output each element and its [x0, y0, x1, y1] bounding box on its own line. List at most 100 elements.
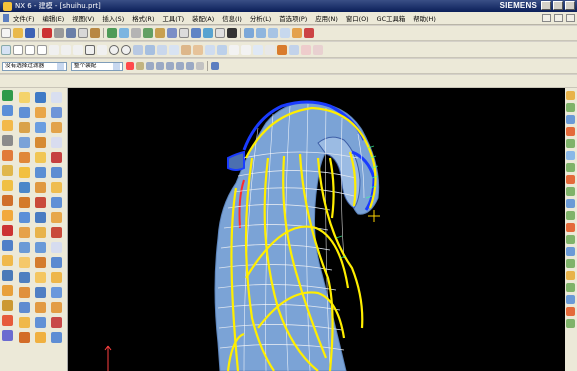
intersection-point-icon[interactable]	[186, 62, 194, 70]
layer-icon[interactable]	[179, 28, 189, 38]
doc-minimize-button[interactable]	[542, 14, 551, 22]
intersect-body-icon[interactable]	[19, 317, 30, 328]
graphics-window[interactable]	[68, 88, 565, 371]
analysis-icon[interactable]	[304, 28, 314, 38]
zoom-icon[interactable]	[119, 28, 129, 38]
system-materials-icon[interactable]	[2, 195, 13, 206]
center-point-icon[interactable]	[166, 62, 174, 70]
thicken-icon[interactable]	[35, 167, 46, 178]
view-right-icon[interactable]	[280, 28, 290, 38]
warning-icon[interactable]	[2, 315, 13, 326]
groove-icon[interactable]	[19, 272, 30, 283]
swept-surface-icon[interactable]	[51, 212, 62, 223]
roles-icon[interactable]	[2, 240, 13, 251]
patch-icon[interactable]	[35, 332, 46, 343]
maximize-button[interactable]	[553, 1, 563, 10]
revolve-icon[interactable]	[19, 107, 30, 118]
x-form-icon[interactable]	[51, 317, 62, 328]
cone-icon[interactable]	[19, 167, 30, 178]
ellipse-icon[interactable]	[109, 44, 119, 55]
menu-insert[interactable]: 插入(S)	[98, 14, 128, 23]
scope-select[interactable]: 整个装配	[71, 61, 123, 71]
offset-face-icon[interactable]	[35, 152, 46, 163]
redo-icon[interactable]	[54, 28, 64, 38]
section-analysis-icon[interactable]	[566, 103, 575, 112]
menu-gc-toolkit[interactable]: GC工具箱	[373, 14, 410, 23]
end-point-icon[interactable]	[146, 62, 154, 70]
menu-application[interactable]: 应用(N)	[311, 14, 342, 23]
curvature-icon[interactable]	[566, 127, 575, 136]
analysis-curve-icon[interactable]	[566, 91, 575, 100]
feature-icon[interactable]	[2, 300, 13, 311]
menu-assembly[interactable]: 装配(A)	[188, 14, 218, 23]
pad-icon[interactable]	[19, 242, 30, 253]
sweep-icon[interactable]	[19, 122, 30, 133]
bounded-plane-icon[interactable]	[51, 137, 62, 148]
bridge-icon[interactable]	[217, 44, 227, 55]
reuse-library-icon[interactable]	[2, 135, 13, 146]
kettle-neck-edge[interactable]	[227, 150, 245, 171]
shaded-icon[interactable]	[203, 28, 213, 38]
part-navigator-icon[interactable]	[2, 120, 13, 131]
datum-csys-icon[interactable]	[51, 122, 62, 133]
law-extension-icon[interactable]	[51, 182, 62, 193]
datum-plane-icon[interactable]	[51, 92, 62, 103]
scale-icon[interactable]	[35, 182, 46, 193]
line-icon[interactable]	[13, 44, 23, 55]
extract-geometry-icon[interactable]	[51, 152, 62, 163]
surface-icon[interactable]	[2, 330, 13, 341]
menu-file[interactable]: 文件(F)	[9, 14, 38, 23]
mass-icon[interactable]	[566, 247, 575, 256]
render-style-icon[interactable]	[155, 28, 165, 38]
shell-icon[interactable]	[35, 122, 46, 133]
save-icon[interactable]	[25, 28, 35, 38]
draft-analysis-icon[interactable]	[566, 151, 575, 160]
thread-icon[interactable]	[35, 227, 46, 238]
assembly-navigator-icon[interactable]	[2, 90, 13, 101]
minimize-button[interactable]	[541, 1, 551, 10]
trimmed-sheet-icon[interactable]	[51, 242, 62, 253]
radius-icon[interactable]	[566, 199, 575, 208]
face-analysis-icon[interactable]	[566, 163, 575, 172]
extrude-icon[interactable]	[19, 92, 30, 103]
info-icon[interactable]	[566, 295, 575, 304]
rotate-icon[interactable]	[143, 28, 153, 38]
type-filter-select[interactable]: 没有选择过滤器	[2, 61, 67, 71]
block-icon[interactable]	[19, 137, 30, 148]
menu-format[interactable]: 格式(R)	[128, 14, 158, 23]
model-view[interactable]	[68, 88, 565, 371]
unite-icon[interactable]	[19, 287, 30, 298]
menu-preferences[interactable]: 首选项(P)	[275, 14, 311, 23]
extend-icon[interactable]	[169, 44, 179, 55]
close-button[interactable]	[565, 1, 575, 10]
menu-view[interactable]: 视图(V)	[68, 14, 98, 23]
sphere-icon[interactable]	[19, 182, 30, 193]
template-icon[interactable]	[2, 285, 13, 296]
general-selection-icon[interactable]	[126, 62, 134, 70]
color-icon[interactable]	[215, 28, 225, 38]
kettle-body-surface[interactable]	[214, 101, 380, 371]
i-form-icon[interactable]	[51, 332, 62, 343]
distance-icon[interactable]	[566, 187, 575, 196]
slot-icon[interactable]	[19, 257, 30, 268]
measure-icon[interactable]	[292, 28, 302, 38]
rectangle-icon[interactable]	[85, 44, 95, 55]
simple-interference-icon[interactable]	[566, 319, 575, 328]
pan-icon[interactable]	[131, 28, 141, 38]
dimension-icon[interactable]	[289, 44, 299, 55]
highlight-lines-icon[interactable]	[566, 223, 575, 232]
section-icon[interactable]	[265, 44, 275, 55]
history-icon[interactable]	[2, 180, 13, 191]
menu-edit[interactable]: 编辑(E)	[38, 14, 68, 23]
gap-icon[interactable]	[566, 211, 575, 220]
measure-body-icon[interactable]	[566, 307, 575, 316]
offset-icon[interactable]	[181, 44, 191, 55]
fillet-icon[interactable]	[133, 44, 143, 55]
spline-icon[interactable]	[37, 44, 47, 55]
hole-icon[interactable]	[19, 197, 30, 208]
mid-point-icon[interactable]	[156, 62, 164, 70]
copy-icon[interactable]	[78, 28, 88, 38]
view-iso-icon[interactable]	[268, 28, 278, 38]
reflection-icon[interactable]	[566, 115, 575, 124]
constraint-icon[interactable]	[277, 44, 287, 55]
